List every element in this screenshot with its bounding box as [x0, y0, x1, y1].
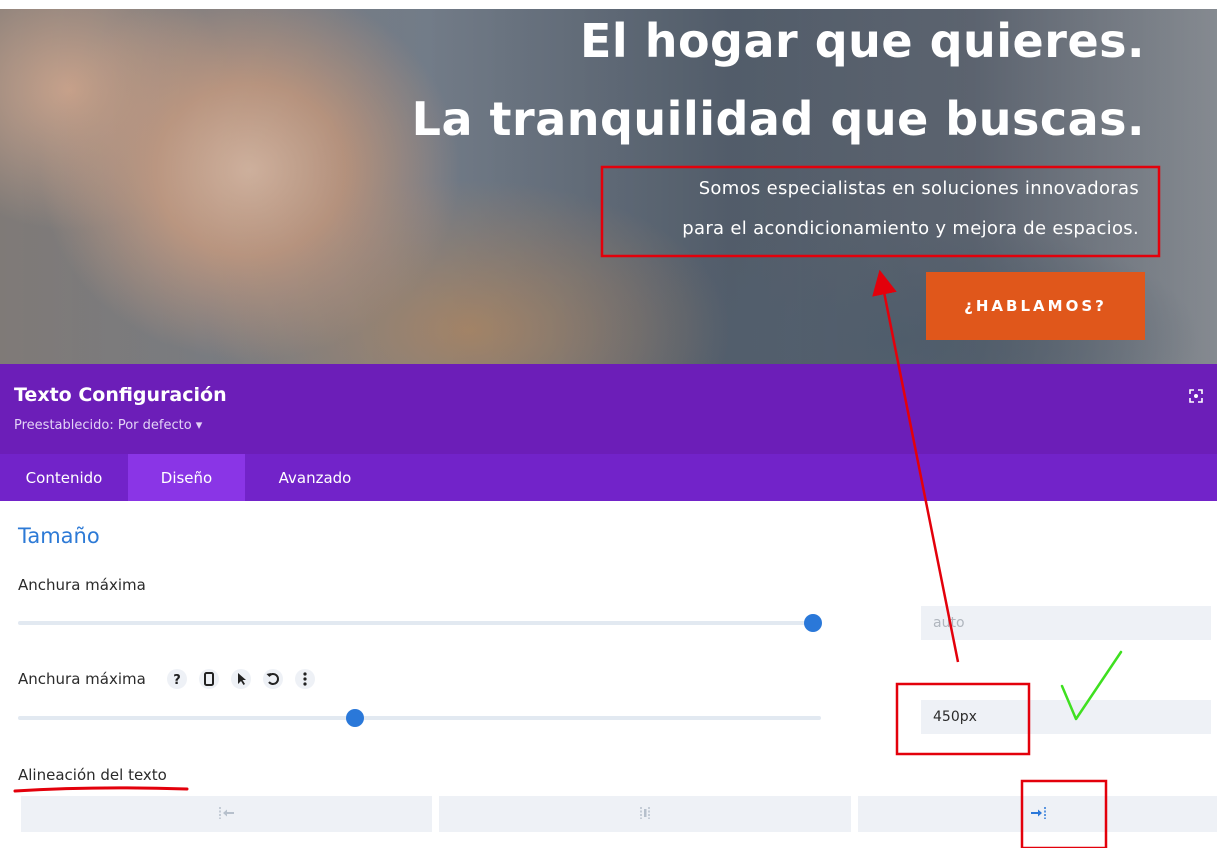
svg-text:?: ?: [173, 673, 181, 688]
label-underline: [13, 786, 189, 793]
hero-title-line-2: La tranquilidad que buscas.: [411, 92, 1145, 146]
text-align-label: Alineación del texto: [18, 766, 167, 784]
hero-top-strip: [0, 0, 1217, 9]
align-right-button[interactable]: [858, 796, 1217, 832]
tab-contenido[interactable]: Contenido: [0, 454, 128, 501]
expand-icon[interactable]: [1189, 388, 1203, 403]
hero-subtitle-line-1: Somos especialistas en soluciones innova…: [698, 178, 1139, 199]
tab-avanzado[interactable]: Avanzado: [245, 454, 385, 501]
preset-dropdown[interactable]: Preestablecido: Por defecto ▾: [14, 418, 202, 433]
settings-header: Texto Configuración Preestablecido: Por …: [0, 364, 1217, 454]
more-icon[interactable]: [294, 668, 316, 690]
phone-icon[interactable]: [198, 668, 220, 690]
max-width-input[interactable]: [921, 606, 1211, 640]
align-center-icon: [636, 806, 654, 823]
slider-handle[interactable]: [804, 614, 822, 632]
max-width-label: Anchura máxima: [18, 576, 146, 594]
max-width-input-2[interactable]: [921, 700, 1211, 734]
align-center-button[interactable]: [439, 796, 851, 832]
hero-title-line-1: El hogar que quieres.: [580, 14, 1145, 68]
slider-handle[interactable]: [346, 709, 364, 727]
hablamos-button[interactable]: ¿HABLAMOS?: [926, 272, 1145, 340]
max-width-label-2: Anchura máxima: [18, 670, 146, 688]
align-left-button[interactable]: [21, 796, 432, 832]
settings-tabs: Contenido Diseño Avanzado: [0, 454, 1217, 501]
hero-banner: El hogar que quieres. La tranquilidad qu…: [0, 0, 1217, 364]
section-title: Tamaño: [18, 524, 100, 548]
align-right-icon: [1029, 806, 1047, 823]
help-icon[interactable]: ?: [166, 668, 188, 690]
field-options: ?: [166, 668, 316, 690]
align-left-icon: [218, 806, 236, 823]
cursor-icon[interactable]: [230, 668, 252, 690]
tab-diseno[interactable]: Diseño: [128, 454, 245, 501]
max-width-slider-2[interactable]: [18, 709, 821, 727]
hero-subtitle-line-2: para el acondicionamiento y mejora de es…: [682, 218, 1139, 239]
max-width-slider[interactable]: [18, 614, 822, 632]
settings-title: Texto Configuración: [14, 384, 227, 406]
reset-icon[interactable]: [262, 668, 284, 690]
